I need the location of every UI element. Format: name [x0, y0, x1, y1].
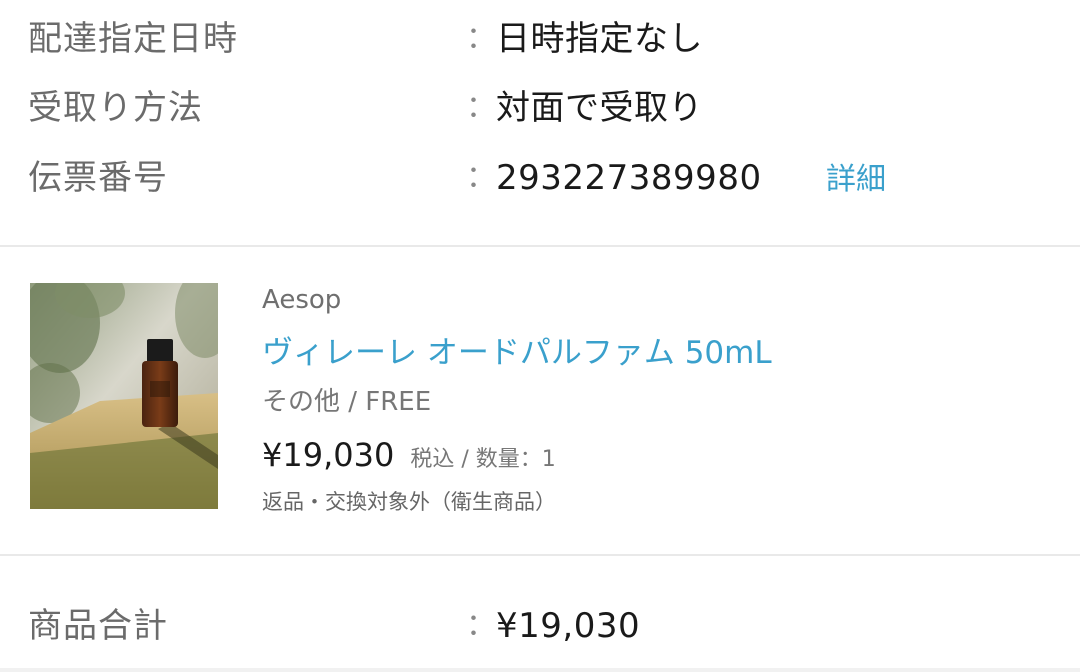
tracking-detail-link[interactable]: 詳細	[826, 150, 886, 210]
receive-method-row: 受取り方法 ： 対面で受取り	[0, 78, 1080, 138]
colon-separator: ：	[466, 608, 496, 643]
colon-separator: ：	[466, 160, 496, 195]
section-divider	[0, 554, 1080, 556]
product-image[interactable]	[30, 283, 218, 509]
colon-separator: ：	[466, 21, 496, 56]
subtotal-value: ¥19,030	[496, 606, 641, 646]
tracking-number-row: 伝票番号 ： 293227389980 詳細	[0, 148, 1080, 208]
product-item: Aesop ヴィレーレ オードパルファム 50mL その他 / FREE ¥19…	[0, 250, 1080, 554]
delivery-datetime-label: 配達指定日時	[28, 19, 238, 59]
bottom-divider	[0, 668, 1080, 672]
product-return-note: 返品・交換対象外（衛生商品）	[262, 490, 556, 514]
product-price-line: ¥19,030 税込 / 数量：1	[262, 430, 556, 486]
product-variant: その他 / FREE	[262, 387, 432, 417]
subtotal-label: 商品合計	[28, 606, 168, 646]
perfume-bottle-photo-icon	[30, 283, 218, 509]
receive-method-label: 受取り方法	[28, 88, 203, 128]
delivery-datetime-value: 日時指定なし	[496, 19, 703, 59]
delivery-datetime-row: 配達指定日時 ： 日時指定なし	[0, 9, 1080, 69]
section-divider	[0, 245, 1080, 247]
product-name-link[interactable]: ヴィレーレ オードパルファム 50mL	[262, 330, 772, 376]
receive-method-value: 対面で受取り	[496, 88, 703, 128]
product-price: ¥19,030	[262, 436, 395, 474]
tracking-number-label: 伝票番号	[28, 158, 168, 198]
product-tax-quantity: 税込 / 数量：1	[410, 447, 556, 472]
colon-separator: ：	[466, 90, 496, 125]
subtotal-row: 商品合計 ： ¥19,030	[0, 596, 1080, 656]
product-brand: Aesop	[262, 285, 342, 315]
tracking-number-value: 293227389980	[496, 158, 762, 198]
